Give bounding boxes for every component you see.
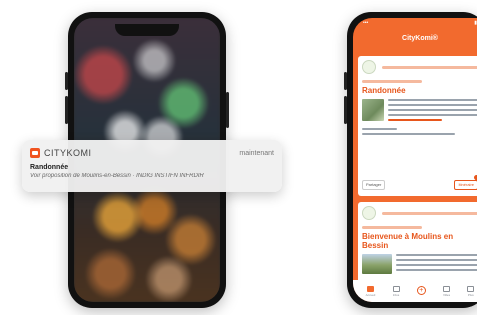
card-category (362, 80, 422, 83)
more-icon (467, 285, 475, 292)
notification-time: maintenant (239, 149, 274, 157)
info-icon (392, 285, 400, 292)
card-category (362, 226, 422, 229)
notification-body: Voir proposition de Moulins-en-Bessin · … (30, 173, 204, 179)
notification-app-name: CITYKOMI (44, 148, 92, 158)
feed-card[interactable]: Bienvenue à Moulins en Bessin (358, 202, 477, 280)
home-icon (366, 285, 374, 292)
stage: CITYKOMI maintenant Randonnée Voir propo… (0, 0, 477, 315)
tab-add[interactable] (416, 286, 426, 296)
status-bar: ••• ▮ (353, 18, 477, 28)
power-button (226, 92, 229, 128)
tab-cities[interactable]: Villes (443, 285, 451, 297)
card-meta (382, 65, 477, 69)
push-notification[interactable]: CITYKOMI maintenant Randonnée Voir propo… (22, 140, 282, 192)
tab-home[interactable]: Accueil (366, 285, 375, 297)
card-meta (382, 211, 477, 215)
tab-more[interactable]: Plus (467, 285, 475, 297)
volume-button (65, 72, 68, 90)
card-text (396, 254, 477, 274)
card-title: Bienvenue à Moulins en Bessin (362, 232, 454, 250)
volume-button (65, 96, 68, 124)
volume-button (344, 96, 347, 124)
volume-button (344, 72, 347, 90)
app-header-title: CityKomi® (402, 34, 438, 42)
tab-info[interactable]: Infos (392, 285, 400, 297)
notification-title: Randonnée (30, 164, 69, 171)
status-dots: ••• (363, 20, 369, 26)
app-icon (30, 148, 40, 158)
card-title: Randonnée (362, 86, 406, 95)
town-logo (362, 60, 376, 74)
share-button[interactable]: Partager (362, 180, 386, 190)
card-image (362, 99, 384, 121)
notification-header: CITYKOMI maintenant (30, 146, 274, 160)
feed-card[interactable]: Randonnée Partager Itinéraire (358, 56, 477, 196)
notch (115, 24, 179, 36)
card-footer: Partager Itinéraire (362, 173, 477, 190)
plus-icon (416, 286, 426, 295)
itinerary-label: Itinéraire (458, 182, 474, 187)
town-logo (362, 206, 376, 220)
news-feed[interactable]: Randonnée Partager Itinéraire Bienvenue … (353, 52, 477, 280)
map-pin-icon (472, 173, 477, 182)
card-image (362, 254, 392, 274)
city-icon (443, 285, 451, 292)
app-screen: ••• ▮ CityKomi® Randonnée Partager Itiné… (353, 18, 477, 302)
itinerary-button[interactable]: Itinéraire (454, 173, 477, 190)
bottom-tab-bar: Accueil Infos Villes Plus (353, 280, 477, 302)
right-phone: ••• ▮ CityKomi® Randonnée Partager Itiné… (344, 12, 477, 308)
card-text (388, 99, 477, 124)
